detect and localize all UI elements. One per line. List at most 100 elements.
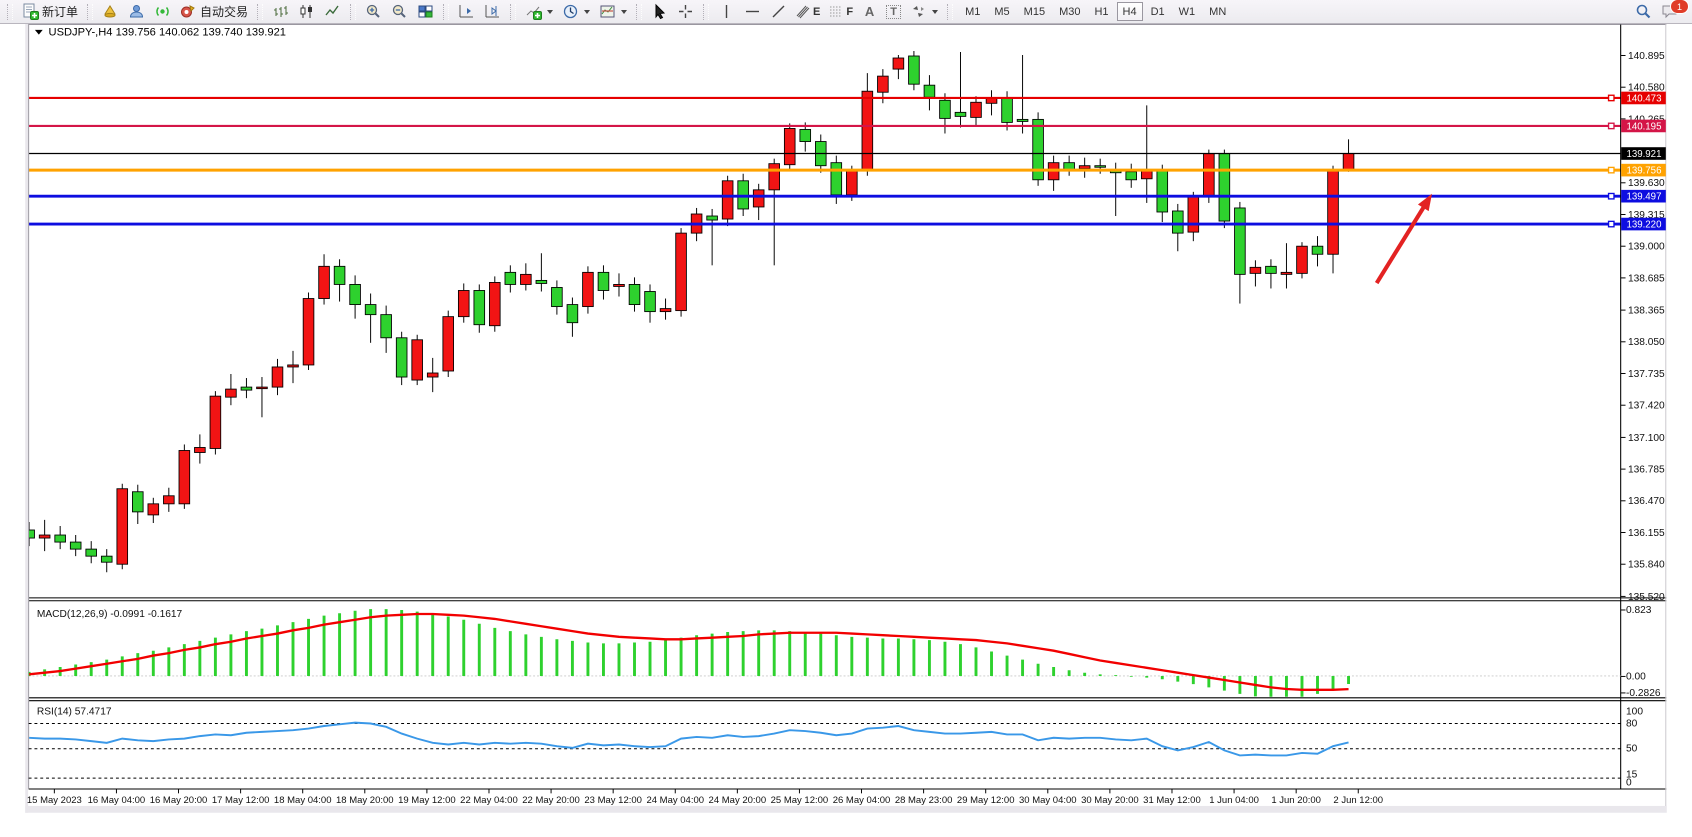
candle-body (1204, 154, 1215, 197)
new-order-icon (22, 3, 39, 20)
trendline-button[interactable] (766, 1, 791, 22)
candle-body (784, 128, 795, 164)
macd-label: MACD(12,26,9) -0.0991 -0.1617 (37, 609, 183, 620)
toolbar-grip[interactable] (443, 4, 449, 20)
rsi-axis-label: 100 (1626, 707, 1643, 718)
candle-body (629, 284, 640, 304)
bar-chart-button[interactable] (268, 1, 293, 22)
candle (722, 176, 733, 226)
candle-body (598, 272, 609, 290)
zoom-in-button[interactable] (361, 1, 386, 22)
candle-body (86, 549, 97, 556)
candlestick-chart-button[interactable] (294, 1, 319, 22)
horizontal-line-button[interactable] (740, 1, 765, 22)
alerts-button[interactable] (98, 1, 123, 22)
arrows-button[interactable] (906, 1, 942, 22)
tile-windows-icon (417, 3, 434, 20)
toolbar-grip[interactable] (636, 4, 642, 20)
new-order-button[interactable]: 新订单 (18, 1, 82, 22)
candle-body (257, 387, 268, 389)
toolbar: 新订单 自动交易 E F A T M1M5M15M30H1H4D1W1MN 1 (0, 0, 1692, 24)
auto-scroll-icon (458, 3, 475, 20)
rsi-axis-label: 80 (1626, 718, 1638, 729)
text-label-button[interactable]: T (882, 1, 905, 22)
auto-scroll-button[interactable] (454, 1, 479, 22)
toolbar-grip[interactable] (7, 4, 13, 20)
text-tool-glyph: A (865, 4, 874, 19)
line-anchor-marker[interactable] (1609, 193, 1614, 198)
toolbar-grip[interactable] (510, 4, 516, 20)
chat-button[interactable]: 1 (1657, 1, 1683, 22)
candle (210, 391, 221, 454)
candle-body (878, 76, 889, 92)
date-label: 1 Jun 04:00 (1209, 795, 1259, 806)
timeframe-button-m30[interactable]: M30 (1053, 2, 1086, 21)
chart-shift-button[interactable] (480, 1, 505, 22)
candle-body (505, 272, 516, 284)
candle-body (893, 58, 904, 69)
cursor-button[interactable] (647, 1, 672, 22)
candlestick-icon (298, 3, 315, 20)
search-button[interactable] (1631, 1, 1656, 22)
date-label: 28 May 23:00 (895, 795, 953, 806)
crosshair-button[interactable] (673, 1, 698, 22)
price-badge-label: 140.195 (1626, 121, 1661, 132)
clock-icon (562, 3, 579, 20)
toolbar-grip[interactable] (947, 4, 953, 20)
candle-body (163, 496, 174, 504)
date-label: 29 May 12:00 (957, 795, 1015, 806)
toolbar-grip[interactable] (257, 4, 263, 20)
timeframe-button-w1[interactable]: W1 (1173, 2, 1202, 21)
line-anchor-marker[interactable] (1609, 167, 1614, 172)
line-chart-button[interactable] (320, 1, 345, 22)
zoom-out-button[interactable] (387, 1, 412, 22)
template-icon (599, 3, 616, 20)
autotrading-button[interactable]: 自动交易 (176, 1, 252, 22)
candle-body (971, 102, 982, 117)
line-anchor-marker[interactable] (1609, 95, 1614, 100)
chart-canvas[interactable]: 140.895140.580140.265139.630139.315139.0… (0, 24, 1692, 837)
price-badge-label: 139.497 (1626, 192, 1661, 203)
timeframe-button-h1[interactable]: H1 (1088, 2, 1114, 21)
candle-body (1017, 119, 1028, 121)
candle-body (1297, 246, 1308, 273)
timeframe-button-d1[interactable]: D1 (1145, 2, 1171, 21)
timeframe-button-h4[interactable]: H4 (1117, 2, 1143, 21)
toolbar-grip[interactable] (350, 4, 356, 20)
news-button[interactable] (150, 1, 175, 22)
timeframe-button-m5[interactable]: M5 (988, 2, 1015, 21)
toolbar-grip[interactable] (703, 4, 709, 20)
timeframe-button-m15[interactable]: M15 (1018, 2, 1051, 21)
timeframe-button-mn[interactable]: MN (1203, 2, 1232, 21)
templates-button[interactable] (595, 1, 631, 22)
fibonacci-button[interactable]: F (825, 1, 857, 22)
search-icon (1635, 3, 1652, 20)
tile-windows-button[interactable] (413, 1, 438, 22)
macd-axis-label: -0.2826 (1626, 688, 1661, 699)
chart-window: 140.895140.580140.265139.630139.315139.0… (0, 24, 1692, 837)
community-button[interactable] (124, 1, 149, 22)
candle-body (443, 317, 454, 371)
timeframe-bar: M1M5M15M30H1H4D1W1MN (958, 2, 1233, 21)
vertical-line-button[interactable] (714, 1, 739, 22)
date-label: 18 May 20:00 (336, 795, 394, 806)
rsi-axis-label: 0 (1626, 778, 1632, 789)
candle (396, 332, 407, 385)
horizontal-line-icon (744, 3, 761, 20)
line-anchor-marker[interactable] (1609, 123, 1614, 128)
toolbar-grip[interactable] (87, 4, 93, 20)
line-anchor-marker[interactable] (1609, 221, 1614, 226)
indicators-button[interactable] (521, 1, 557, 22)
candle-body (1281, 272, 1292, 274)
periods-button[interactable] (558, 1, 594, 22)
price-tick-label: 137.100 (1628, 433, 1665, 444)
candle-body (1343, 154, 1354, 171)
candle-body (521, 274, 532, 284)
autotrading-icon (180, 3, 197, 20)
timeframe-button-m1[interactable]: M1 (959, 2, 986, 21)
price-tick-label: 139.000 (1628, 242, 1665, 253)
candle-body (1312, 246, 1323, 254)
equidistant-channel-button[interactable]: E (792, 1, 824, 22)
text-button[interactable]: A (858, 1, 881, 22)
candle (489, 276, 500, 331)
